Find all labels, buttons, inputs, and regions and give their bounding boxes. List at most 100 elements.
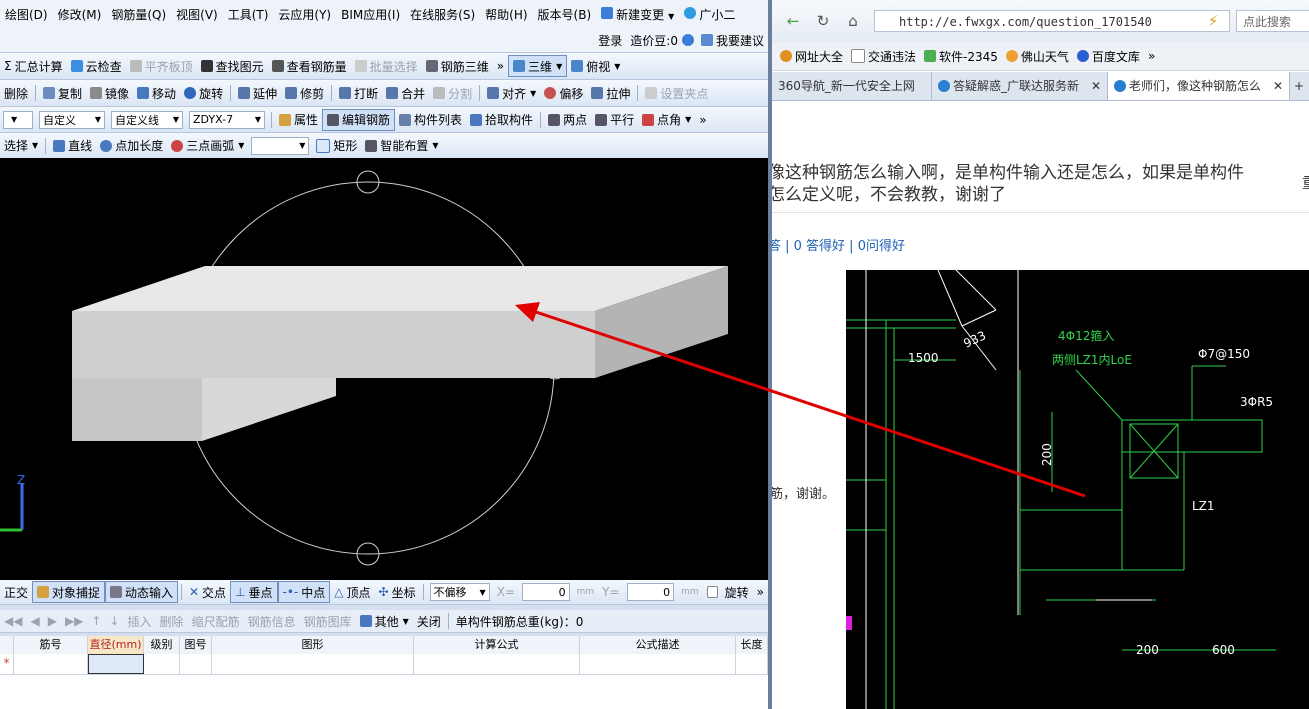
cell-length[interactable] — [736, 654, 768, 674]
menu-assistant[interactable]: 广小二 — [679, 6, 740, 23]
mirror-button[interactable]: 镜像 — [86, 83, 133, 103]
menu-version[interactable]: 版本号(B) — [533, 6, 597, 23]
cloud-check-button[interactable]: 云检查 — [67, 56, 126, 76]
close-icon[interactable]: ✕ — [1273, 72, 1283, 99]
rotate-checkbox[interactable] — [706, 586, 718, 598]
snap-intersection[interactable]: ✕ 交点 — [185, 582, 230, 602]
point-angle-dropdown[interactable]: 点角 ▼ — [638, 110, 695, 130]
next-record-icon[interactable]: ▶ — [44, 611, 61, 631]
break-button[interactable]: 打断 — [335, 83, 382, 103]
cell-formula[interactable] — [414, 654, 580, 674]
tab-faq[interactable]: 答疑解惑_广联达服务新 ✕ — [932, 72, 1108, 100]
properties-button[interactable]: 属性 — [275, 110, 322, 130]
cell-shape[interactable] — [212, 654, 414, 674]
menu-cloud[interactable]: 云应用(Y) — [273, 6, 336, 23]
split-button[interactable]: 分割 — [429, 83, 476, 103]
menu-view[interactable]: 视图(V) — [171, 6, 223, 23]
x-input[interactable]: 0 — [521, 583, 570, 601]
parallel-button[interactable]: 平行 — [591, 110, 638, 130]
rectangle-button[interactable]: 矩形 — [312, 136, 361, 156]
col-bar-number[interactable]: 筋号 — [14, 636, 88, 654]
extend-button[interactable]: 延伸 — [234, 83, 281, 103]
select-dropdown[interactable]: 选择 ▼ — [0, 136, 42, 156]
cell-figure-no[interactable] — [180, 654, 212, 674]
snap-vertex[interactable]: △ 顶点 — [330, 582, 374, 602]
align-dropdown[interactable]: 对齐 ▼ — [483, 83, 540, 103]
beam-lower-front-face[interactable] — [72, 378, 202, 441]
menu-new-change[interactable]: 新建变更 ▼ — [596, 6, 679, 23]
edit-rebar-button[interactable]: 编辑钢筋 — [322, 108, 396, 131]
subtype-dropdown[interactable]: 自定义线 ▼ — [111, 110, 183, 129]
type-dropdown[interactable]: 自定义 ▼ — [39, 110, 105, 129]
menu-online[interactable]: 在线服务(S) — [405, 6, 480, 23]
smart-layout-dropdown[interactable]: 智能布置 ▼ — [361, 136, 442, 156]
align-slab-top-button[interactable]: 平齐板顶 — [126, 56, 197, 76]
tab-current-question[interactable]: 老师们，像这种钢筋怎么 ✕ — [1108, 72, 1290, 100]
floor-dropdown[interactable]: ▼ — [3, 110, 33, 129]
back-arrow-icon[interactable]: ← — [784, 12, 802, 30]
move-button[interactable]: 移动 — [133, 83, 180, 103]
url-input[interactable]: http://e.fwxgx.com/question_1701540 — [874, 10, 1230, 32]
arc-option-dropdown[interactable]: ▼ — [251, 136, 310, 155]
set-grip-button[interactable]: 设置夹点 — [641, 83, 712, 103]
first-record-icon[interactable]: ◀◀ — [0, 611, 26, 631]
col-figure-no[interactable]: 图号 — [180, 636, 212, 654]
beam-front-face[interactable] — [72, 311, 595, 378]
rebar-info-button[interactable]: 钢筋信息 — [244, 611, 300, 631]
browser-search-input[interactable]: 点此搜索 — [1236, 10, 1309, 32]
new-tab-button[interactable]: + — [1290, 72, 1309, 100]
offset-button[interactable]: 偏移 — [540, 83, 587, 103]
two-point-button[interactable]: 两点 — [544, 110, 591, 130]
cell-bar-number[interactable] — [14, 654, 88, 674]
menu-tools[interactable]: 工具(T) — [223, 6, 274, 23]
beam-lower-face[interactable] — [202, 378, 336, 441]
question-stats[interactable]: 答 | 0 答得好 | 0问得好 — [772, 235, 905, 254]
menu-bim[interactable]: BIM应用(I) — [336, 6, 405, 23]
cell-diameter[interactable] — [88, 654, 144, 674]
bell-icon[interactable] — [681, 34, 694, 46]
close-table-button[interactable]: 关闭 — [413, 611, 445, 631]
cell-grade[interactable] — [144, 654, 180, 674]
col-shape[interactable]: 图形 — [212, 636, 414, 654]
delete-row-button[interactable]: 删除 — [156, 611, 188, 631]
menu-draw[interactable]: 绘图(D) — [0, 6, 53, 23]
fav-wenku[interactable]: 百度文库 — [1076, 48, 1140, 65]
suggest-button[interactable]: 我要建议 — [697, 30, 768, 50]
other-dropdown[interactable]: 其他 ▼ — [356, 611, 413, 631]
top-view-dropdown[interactable]: 俯视 ▼ — [567, 56, 624, 76]
line-button[interactable]: 直线 — [49, 136, 96, 156]
cell-formula-desc[interactable] — [580, 654, 736, 674]
batch-select-button[interactable]: 批量选择 — [351, 56, 422, 76]
home-icon[interactable]: ⌂ — [844, 12, 862, 30]
trim-button[interactable]: 修剪 — [281, 83, 328, 103]
more-chevron-icon[interactable]: » — [695, 110, 710, 130]
element-list-button[interactable]: 构件列表 — [395, 110, 466, 130]
close-icon[interactable]: ✕ — [1091, 72, 1101, 100]
rotate-button[interactable]: 旋转 — [180, 83, 227, 103]
fav-traffic[interactable]: 交通违法 — [851, 48, 916, 65]
sum-calc-button[interactable]: Σ 汇总计算 — [0, 56, 67, 76]
element-name-dropdown[interactable]: ZDYX-7 ▼ — [189, 110, 265, 129]
col-diameter[interactable]: 直径(mm) — [88, 636, 144, 654]
tab-360-nav[interactable]: 360导航_新一代安全上网 — [772, 72, 932, 100]
col-formula-desc[interactable]: 公式描述 — [580, 636, 736, 654]
col-length[interactable]: 长度 — [736, 636, 768, 654]
refresh-icon[interactable]: ↻ — [814, 12, 832, 30]
object-snap-toggle[interactable]: 对象捕捉 — [32, 581, 106, 603]
rebar-library-button[interactable]: 钢筋图库 — [300, 611, 356, 631]
more-chevron-icon[interactable]: » — [1148, 49, 1155, 63]
lightning-icon[interactable]: ⚡ — [1204, 12, 1222, 30]
y-input[interactable]: 0 — [626, 583, 675, 601]
more-chevron-icon[interactable]: » — [753, 582, 768, 602]
menu-help[interactable]: 帮助(H) — [480, 6, 532, 23]
dynamic-input-toggle[interactable]: 动态输入 — [105, 581, 179, 603]
delete-button[interactable]: 删除 — [0, 83, 32, 103]
move-down-icon[interactable]: ↓ — [105, 611, 123, 631]
fav-weather[interactable]: 佛山天气 — [1005, 48, 1069, 65]
fav-software[interactable]: 软件-2345 — [924, 48, 998, 65]
find-element-button[interactable]: 查找图元 — [197, 56, 268, 76]
insert-row-button[interactable]: 插入 — [124, 611, 156, 631]
last-record-icon[interactable]: ▶▶ — [61, 611, 87, 631]
pick-element-button[interactable]: 拾取构件 — [466, 110, 537, 130]
copy-button[interactable]: 复制 — [39, 83, 86, 103]
